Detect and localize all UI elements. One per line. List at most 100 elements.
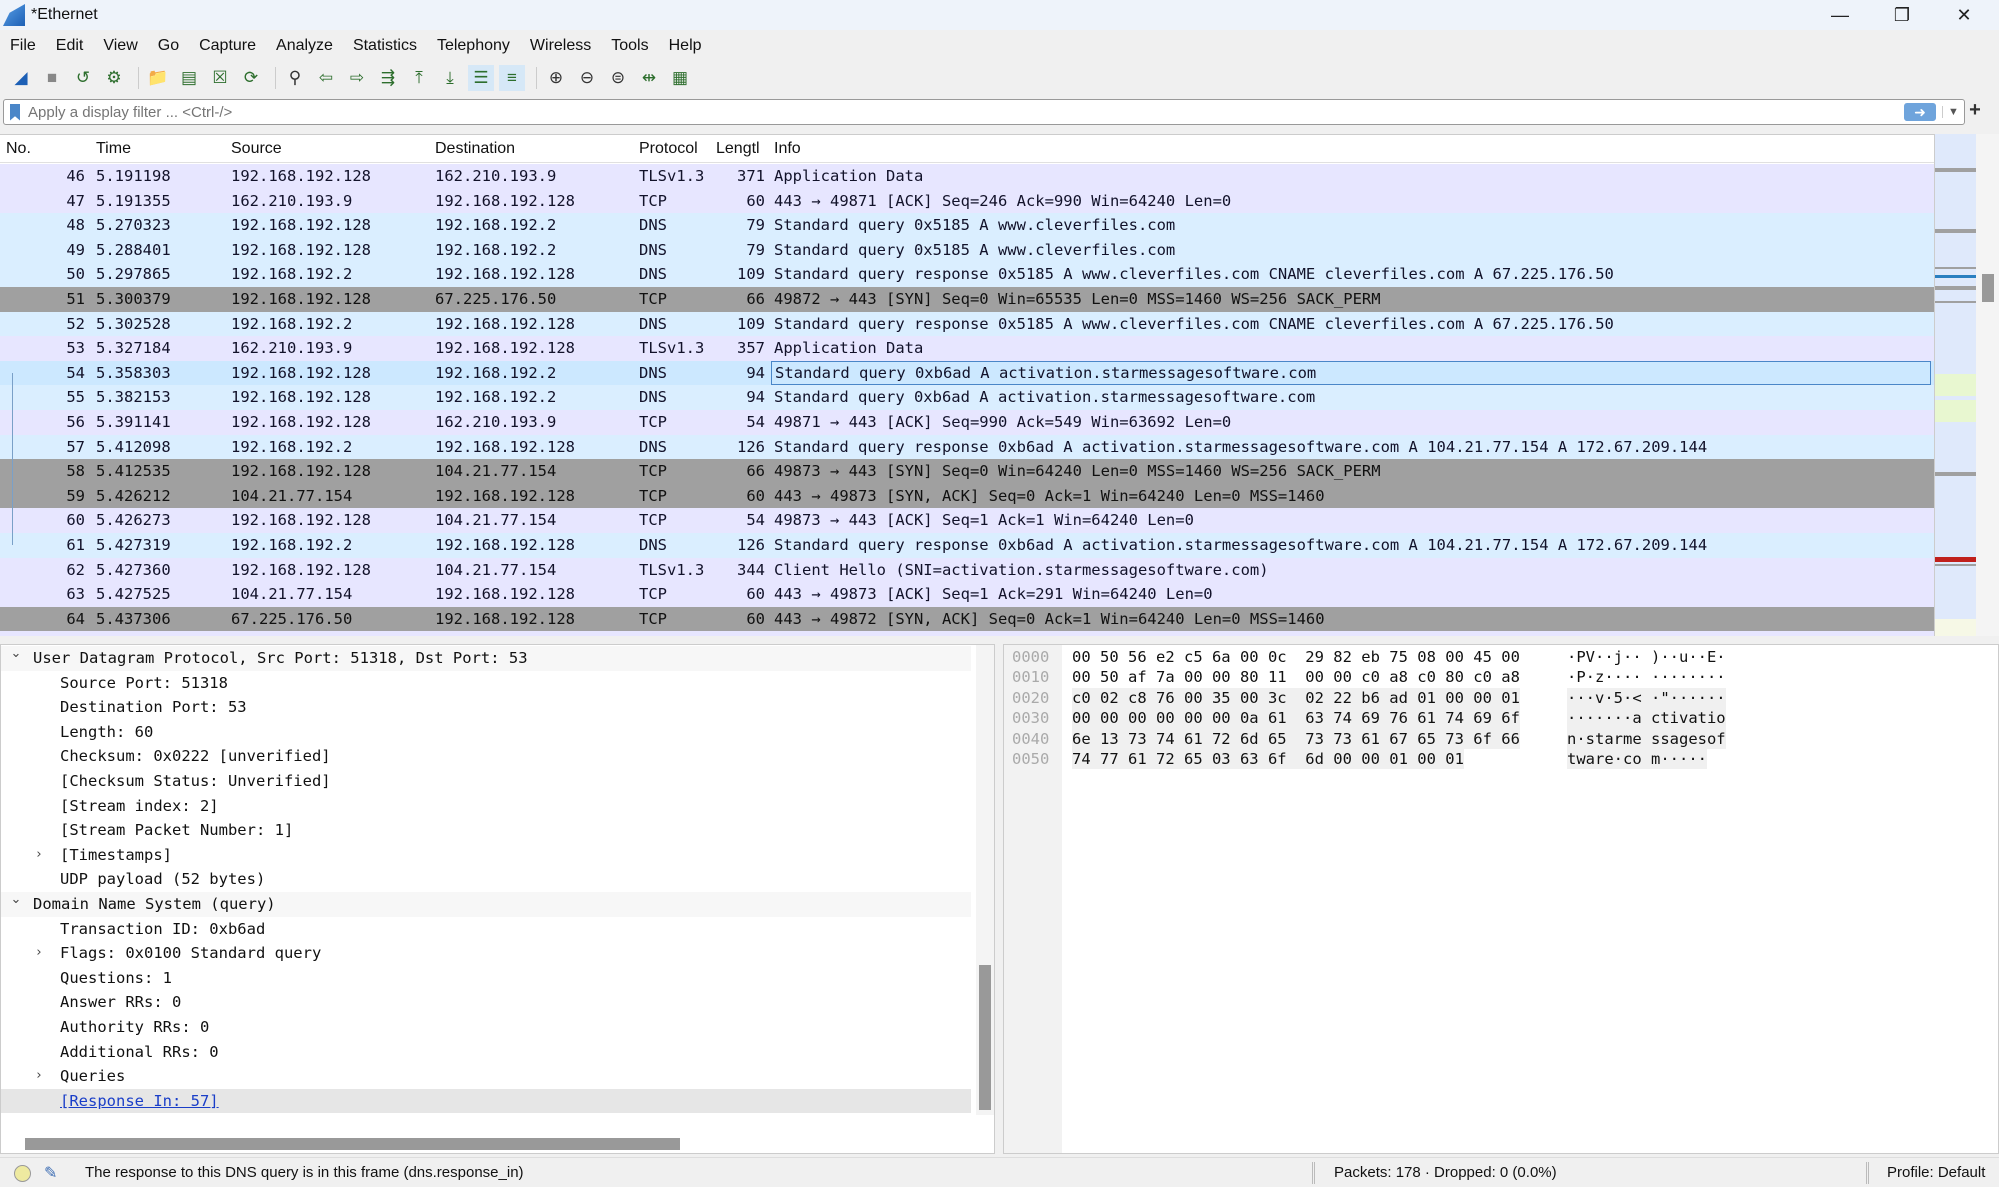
packet-list-scrollbar[interactable]: [1976, 134, 1999, 636]
close-file-icon[interactable]: ☒: [207, 65, 233, 91]
packet-minimap[interactable]: [1934, 134, 1977, 636]
detail-row[interactable]: Checksum: 0x0222 [unverified]: [1, 744, 971, 769]
detail-row[interactable]: [Checksum Status: Unverified]: [1, 769, 971, 794]
profile-selector[interactable]: Profile: Default: [1887, 1164, 1985, 1181]
close-button[interactable]: ✕: [1934, 0, 1994, 30]
detail-row[interactable]: [Stream index: 2]: [1, 794, 971, 819]
detail-row[interactable]: Answer RRs: 0: [1, 990, 971, 1015]
restore-button[interactable]: ❐: [1872, 0, 1932, 30]
packet-row[interactable]: 56 5.391141 192.168.192.128 162.210.193.9 TC…: [0, 410, 1934, 435]
details-vertical-scrollbar[interactable]: [976, 645, 994, 1115]
menu-view[interactable]: View: [103, 37, 137, 55]
resize-columns-icon[interactable]: ⇹: [636, 65, 662, 91]
go-forward-icon[interactable]: ⇨: [344, 65, 370, 91]
packet-row[interactable]: 60 5.426273 192.168.192.128 104.21.77.154 TC…: [0, 508, 1934, 533]
open-file-icon[interactable]: 📁: [145, 65, 171, 91]
chevron-right-icon[interactable]: ›: [32, 1064, 46, 1089]
hex-ascii[interactable]: ·······a ctivatio: [1567, 708, 1726, 729]
menu-analyze[interactable]: Analyze: [276, 37, 333, 55]
hex-bytes[interactable]: 74 77 61 72 65 03 63 6f 6d 00 00 01 00 0…: [1072, 749, 1464, 770]
zoom-normal-icon[interactable]: ⊜: [605, 65, 631, 91]
detail-row[interactable]: Length: 60: [1, 720, 971, 745]
go-to-packet-icon[interactable]: ⇶: [375, 65, 401, 91]
packet-row[interactable]: 58 5.412535 192.168.192.128 104.21.77.154 TC…: [0, 459, 1934, 484]
menu-capture[interactable]: Capture: [199, 37, 256, 55]
packet-row[interactable]: 55 5.382153 192.168.192.128 192.168.192.2 DN…: [0, 385, 1934, 410]
detail-row[interactable]: Additional RRs: 0: [1, 1040, 971, 1065]
hex-ascii[interactable]: ·PV··j·· )··u··E·: [1567, 647, 1726, 667]
packet-row[interactable]: 51 5.300379 192.168.192.128 67.225.176.50 TC…: [0, 287, 1934, 312]
save-file-icon[interactable]: ▤: [176, 65, 202, 91]
find-packet-icon[interactable]: ⚲: [282, 65, 308, 91]
details-horizontal-scrollbar[interactable]: [1, 1135, 976, 1153]
packet-row[interactable]: 57 5.412098 192.168.192.2 192.168.192.128 DN…: [0, 434, 1934, 460]
bookmark-icon[interactable]: [10, 103, 20, 121]
column-header-protocol[interactable]: Protocol: [639, 140, 698, 158]
expert-info-led-icon[interactable]: [14, 1165, 31, 1182]
menu-edit[interactable]: Edit: [56, 37, 84, 55]
packet-row[interactable]: 49 5.288401 192.168.192.128 192.168.192.2 DN…: [0, 237, 1934, 263]
menu-help[interactable]: Help: [669, 37, 702, 55]
detail-row[interactable]: Source Port: 51318: [1, 671, 971, 696]
menu-statistics[interactable]: Statistics: [353, 37, 417, 55]
chevron-down-icon[interactable]: ⌄: [9, 888, 23, 913]
first-packet-icon[interactable]: ⤒: [406, 65, 432, 91]
menu-tools[interactable]: Tools: [611, 37, 648, 55]
hex-bytes[interactable]: 00 00 00 00 00 00 0a 61 63 74 69 76 61 7…: [1072, 708, 1520, 729]
stop-capture-icon[interactable]: ■: [39, 65, 65, 91]
zoom-out-icon[interactable]: ⊖: [574, 65, 600, 91]
chevron-right-icon[interactable]: ›: [32, 843, 46, 868]
hex-bytes[interactable]: 00 50 af 7a 00 00 80 11 00 00 c0 a8 c0 8…: [1072, 667, 1520, 687]
detail-row[interactable]: Authority RRs: 0: [1, 1015, 971, 1040]
layout-icon[interactable]: ▦: [667, 65, 693, 91]
hex-ascii[interactable]: ·P·z···· ········: [1567, 667, 1726, 687]
packet-row[interactable]: 48 5.270323 192.168.192.128 192.168.192.2 DN…: [0, 213, 1934, 238]
hex-ascii[interactable]: tware·co m·····: [1567, 749, 1707, 770]
auto-scroll-icon[interactable]: ☰: [468, 65, 494, 91]
packet-row[interactable]: 64 5.437306 67.225.176.50 192.168.192.128 TC…: [0, 606, 1934, 632]
scrollbar-thumb[interactable]: [25, 1138, 680, 1150]
detail-row[interactable]: ⌄ Domain Name System (query): [1, 892, 971, 917]
colorize-icon[interactable]: ≡: [499, 65, 525, 91]
capture-options-icon[interactable]: ⚙: [101, 65, 127, 91]
hex-bytes[interactable]: 6e 13 73 74 61 72 6d 65 73 73 61 67 65 7…: [1072, 728, 1520, 749]
packet-row[interactable]: 62 5.427360 192.168.192.128 104.21.77.154 TL…: [0, 557, 1934, 583]
column-header-no[interactable]: No.: [6, 140, 31, 158]
menu-wireless[interactable]: Wireless: [530, 37, 591, 55]
apply-filter-button[interactable]: ➜: [1904, 103, 1936, 121]
packet-row[interactable]: 52 5.302528 192.168.192.2 192.168.192.128 DN…: [0, 311, 1934, 337]
hex-ascii[interactable]: ···v·5·< ·"······: [1567, 687, 1726, 709]
hex-bytes[interactable]: c0 02 c8 76 00 35 00 3c 02 22 b6 ad 01 0…: [1072, 687, 1520, 709]
menu-telephony[interactable]: Telephony: [437, 37, 510, 55]
column-header-source[interactable]: Source: [231, 140, 282, 158]
scrollbar-thumb[interactable]: [1982, 274, 1994, 302]
column-header-info[interactable]: Info: [774, 140, 801, 158]
packet-row[interactable]: 61 5.427319 192.168.192.2 192.168.192.128 DN…: [0, 533, 1934, 558]
packet-row[interactable]: 54 5.358303 192.168.192.128 192.168.192.2 DN…: [0, 360, 1934, 386]
detail-row[interactable]: UDP payload (52 bytes): [1, 867, 971, 892]
detail-row[interactable]: Transaction ID: 0xb6ad: [1, 917, 971, 942]
chevron-right-icon[interactable]: ›: [32, 941, 46, 966]
packet-row-partial[interactable]: [0, 631, 1934, 636]
scrollbar-thumb[interactable]: [979, 965, 991, 1110]
packet-row[interactable]: 50 5.297865 192.168.192.2 192.168.192.128 DN…: [0, 262, 1934, 287]
detail-row[interactable]: › Queries: [1, 1064, 971, 1089]
chevron-down-icon[interactable]: ⌄: [9, 645, 23, 667]
hex-ascii[interactable]: n·starme ssagesof: [1567, 728, 1726, 749]
capture-comment-icon[interactable]: ✎: [44, 1163, 57, 1183]
detail-row[interactable]: Destination Port: 53: [1, 695, 971, 720]
column-header-time[interactable]: Time: [96, 140, 131, 158]
reload-icon[interactable]: ⟳: [238, 65, 264, 91]
column-header-lengtl[interactable]: Lengtl: [716, 140, 760, 158]
restart-capture-icon[interactable]: ↺: [70, 65, 96, 91]
packet-row[interactable]: 47 5.191355 162.210.193.9 192.168.192.128 TC…: [0, 188, 1934, 214]
hex-bytes[interactable]: 00 50 56 e2 c5 6a 00 0c 29 82 eb 75 08 0…: [1072, 647, 1520, 667]
go-back-icon[interactable]: ⇦: [313, 65, 339, 91]
minimize-button[interactable]: —: [1810, 0, 1870, 30]
last-packet-icon[interactable]: ⤓: [437, 65, 463, 91]
packet-row[interactable]: 53 5.327184 162.210.193.9 192.168.192.128 TL…: [0, 336, 1934, 361]
add-filter-button[interactable]: +: [1960, 99, 1990, 125]
detail-row[interactable]: [Response In: 57]: [1, 1088, 971, 1114]
detail-row[interactable]: › Flags: 0x0100 Standard query: [1, 941, 971, 966]
detail-row[interactable]: › [Timestamps]: [1, 843, 971, 868]
